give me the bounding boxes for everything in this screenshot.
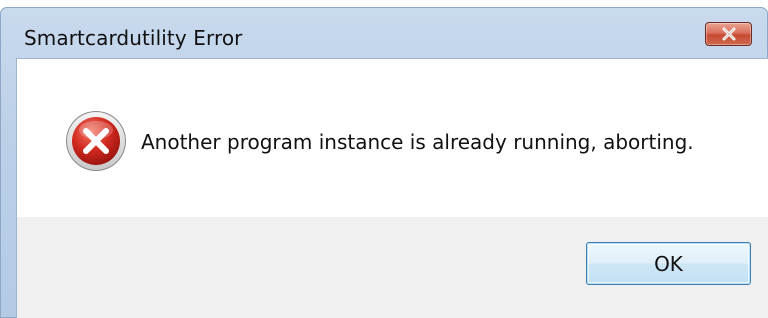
title-bar[interactable]: Smartcardutility Error <box>0 7 768 59</box>
window-title: Smartcardutility Error <box>24 26 243 50</box>
message-area: Another program instance is already runn… <box>17 59 768 217</box>
error-message: Another program instance is already runn… <box>141 130 694 154</box>
dialog-window: Smartcardutility Error Another program i… <box>0 7 768 318</box>
close-icon <box>722 27 735 41</box>
error-icon <box>66 111 126 171</box>
dialog-body: Another program instance is already runn… <box>16 58 768 318</box>
close-button[interactable] <box>705 22 752 46</box>
ok-button[interactable]: OK <box>586 242 751 285</box>
